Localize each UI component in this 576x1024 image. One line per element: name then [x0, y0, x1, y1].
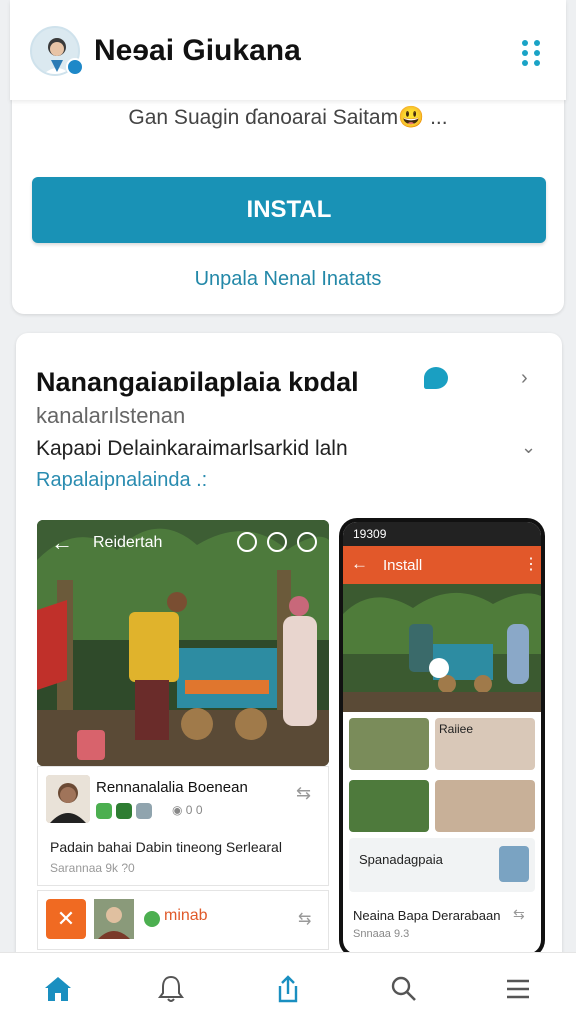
more-vertical-icon[interactable]: ⋮	[523, 554, 539, 574]
install-link[interactable]: Unpala Nenal Inatats	[0, 268, 576, 291]
feature-link[interactable]: Rapalaipnalainda .:	[36, 469, 207, 492]
back-arrow-icon[interactable]: ←	[351, 554, 368, 574]
screenshot-preview[interactable]: ← Reidertah	[37, 520, 329, 766]
avatar	[46, 775, 90, 823]
bottom-row-card[interactable]: ✕ minab ⇆	[37, 890, 329, 950]
share-icon[interactable]: ⇆	[296, 783, 311, 804]
profile-row-card[interactable]: Rennanalalia Boenean ◉ 0 0 ⇆ Padain baha…	[37, 766, 329, 886]
chip-icon	[96, 803, 112, 819]
chevron-down-icon[interactable]: ⌄	[521, 437, 536, 458]
feature-subtitle: kanalarılstenan	[36, 403, 186, 428]
phone-screen: 19309 ← Install ⋮ Raiiee Spanadagpaia Ne…	[343, 522, 541, 954]
chip-icon	[136, 803, 152, 819]
chat-icon[interactable]	[424, 367, 448, 389]
share-icon[interactable]: ⇆	[513, 906, 525, 923]
phone-status-time: 19309	[353, 527, 387, 541]
settings-icon[interactable]	[267, 532, 287, 552]
home-icon[interactable]	[40, 971, 76, 1007]
notifications-icon[interactable]	[153, 971, 189, 1007]
row-card-name: Rennanalalia Boenean	[96, 779, 248, 796]
row-card-meta: Sarannaa 9k ?0	[50, 861, 135, 875]
row-card-stats: ◉ 0 0	[172, 803, 203, 817]
avatar	[94, 899, 134, 939]
screenshot-title: Reidertah	[93, 534, 163, 551]
verified-badge-icon	[66, 58, 84, 76]
tile-image[interactable]	[349, 718, 429, 770]
app-header: Neɘai Giukana	[10, 0, 566, 100]
phone-item-meta: Snnaaa 9.3	[353, 928, 410, 940]
row-card-line: Padain bahai Dabin tineong Serlearal	[50, 839, 282, 855]
phone-bar-title: Install	[383, 557, 423, 574]
tile-image[interactable]	[349, 780, 429, 832]
grid-dots-icon[interactable]	[520, 38, 544, 66]
phone-status-bar: 19309	[343, 522, 541, 546]
phone-app-bar: ← Install ⋮	[343, 546, 541, 584]
menu-icon[interactable]	[500, 971, 536, 1007]
phone-tile-label: Raiiee	[439, 722, 474, 736]
view-icon[interactable]	[237, 532, 257, 552]
back-arrow-icon[interactable]: ←	[51, 530, 73, 556]
feature-card: Nanangaiaɒilaplaia kɒdal › kanalarılsten…	[16, 333, 562, 973]
search-icon[interactable]	[386, 971, 422, 1007]
tag-chips	[96, 803, 152, 819]
promo-subtitle: Gan Suagin ɗanoarai Saitam😃 ...	[128, 106, 448, 129]
app-title: Neɘai Giukana	[94, 34, 301, 67]
bottom-card-name: minab	[164, 907, 208, 924]
share-icon[interactable]	[270, 971, 306, 1007]
phone-section[interactable]: Spanadagpaia	[349, 838, 535, 892]
chevron-right-icon[interactable]: ›	[521, 367, 528, 390]
share-icon[interactable]: ⇆	[298, 909, 311, 929]
clock-icon[interactable]	[297, 532, 317, 552]
phone-item-title[interactable]: Neaina Bapa Derarabaan	[353, 908, 500, 923]
feature-description: Kapaɒi Delainkaraimarlsarkid laln	[36, 437, 348, 460]
thumbnail-image	[499, 846, 529, 882]
phone-mockup[interactable]: 19309 ← Install ⋮ Raiiee Spanadagpaia Ne…	[339, 518, 545, 958]
scene-image	[37, 520, 329, 766]
feature-title: Nanangaiaɒilaplaia kɒdal	[36, 367, 359, 397]
chip-icon	[116, 803, 132, 819]
tools-icon: ✕	[46, 899, 86, 939]
tile-image[interactable]	[435, 780, 535, 832]
phone-hero-image	[343, 584, 541, 712]
phone-section-title: Spanadagpaia	[359, 852, 443, 867]
status-dot-icon	[144, 911, 160, 927]
install-button[interactable]: INSTAL	[32, 177, 546, 243]
bottom-nav	[0, 952, 576, 1024]
